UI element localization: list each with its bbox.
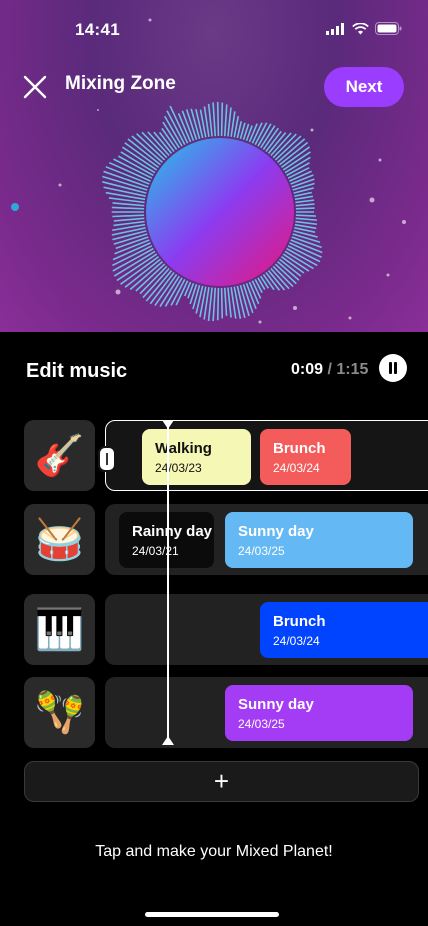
sound-wave-ray [277, 261, 300, 281]
signal-icon [326, 22, 344, 35]
page-title: Mixing Zone [65, 73, 176, 94]
sound-wave-ray [112, 245, 153, 267]
sound-wave-ray [111, 206, 145, 210]
sound-wave-ray [112, 214, 145, 218]
status-time: 14:41 [75, 20, 120, 39]
status-bar: 14:41 [0, 0, 428, 50]
sound-wave-ray [220, 287, 224, 319]
sound-wave-ray [248, 123, 258, 143]
wifi-icon [352, 22, 369, 34]
clip-name: Walking [155, 440, 212, 457]
sound-wave-ray [223, 104, 228, 137]
clip-name: Brunch [273, 440, 326, 457]
sound-wave-ray [223, 287, 228, 316]
sound-wave-ray [216, 101, 220, 137]
instrument-guitar-icon[interactable]: 🎸 [24, 420, 95, 491]
sound-wave-ray [295, 203, 315, 207]
clip-name: Rainny day [132, 523, 213, 540]
clip-date: 24/03/23 [155, 461, 202, 475]
clip-brunch[interactable]: Brunch 24/03/24 [260, 429, 351, 485]
sound-wave-ray [216, 287, 220, 321]
playhead[interactable] [167, 424, 169, 742]
sound-wave-ray [207, 287, 213, 321]
planet-sphere [146, 138, 294, 286]
clip-date: 24/03/25 [238, 717, 285, 731]
sound-wave-ray [212, 102, 217, 137]
close-icon[interactable] [22, 74, 48, 100]
clip-name: Brunch [273, 613, 326, 630]
sound-wave-ray [294, 195, 314, 201]
clip-date: 24/03/21 [132, 544, 179, 558]
sound-wave-ray [207, 103, 213, 137]
clip-name: Sunny day [238, 523, 314, 540]
pause-button[interactable] [379, 354, 407, 382]
playhead-bottom-marker [162, 736, 174, 745]
sound-wave-ray [270, 132, 292, 157]
sound-wave-ray [295, 199, 315, 204]
sound-wave-ray [294, 223, 317, 230]
instrument-drum-icon[interactable]: 🥁 [24, 504, 95, 575]
status-icons [326, 22, 402, 35]
planet-hero: 14:41 Mixing Zone Next [0, 0, 428, 332]
sound-wave-ray [274, 263, 297, 285]
clip-sunny-day[interactable]: Sunny day 24/03/25 [225, 685, 413, 741]
clip-name: Sunny day [238, 696, 314, 713]
hint-text: Tap and make your Mixed Planet! [95, 843, 333, 860]
total-time: 1:15 [336, 361, 369, 378]
sound-wave-ray [295, 214, 316, 217]
sound-wave-ray [272, 265, 294, 288]
edit-music-title: Edit music [26, 360, 128, 382]
next-button[interactable]: Next [324, 67, 404, 107]
sound-wave-ray [212, 287, 217, 322]
clip-sunny-day[interactable]: Sunny day 24/03/25 [225, 512, 413, 568]
instrument-maracas-icon[interactable]: 🪇 [24, 677, 95, 748]
sound-wave-ray [227, 287, 232, 318]
playhead-top-marker [162, 420, 174, 429]
clip-date: 24/03/24 [273, 461, 320, 475]
sound-wave-ray [282, 253, 310, 272]
sound-wave-ray [295, 217, 317, 221]
clip-date: 24/03/24 [273, 634, 320, 648]
playback-timer: 0:09 / 1:15 [291, 361, 368, 379]
sound-wave-ray [295, 220, 318, 226]
clip-walking[interactable]: Walking 24/03/23 [142, 429, 251, 485]
battery-icon [375, 22, 402, 35]
add-track-button[interactable]: + [24, 761, 419, 802]
sound-wave-ray [113, 217, 145, 222]
sound-wave-ray [260, 275, 270, 289]
home-indicator[interactable] [145, 912, 279, 917]
clip-date: 24/03/25 [238, 544, 285, 558]
time-separator: / [323, 361, 337, 378]
current-time: 0:09 [291, 361, 324, 378]
instrument-piano-icon[interactable]: 🎹 [24, 594, 95, 665]
sound-wave-ray [295, 207, 315, 210]
phone-screen: 14:41 Mixing Zone Next Edit music 0:09 /… [0, 0, 428, 926]
trim-handle[interactable] [98, 446, 116, 472]
clip-brunch[interactable]: Brunch 24/03/24 [260, 602, 428, 658]
sound-wave-ray [112, 202, 145, 207]
sound-wave-ray [227, 107, 232, 137]
sound-wave-ray [220, 102, 224, 137]
